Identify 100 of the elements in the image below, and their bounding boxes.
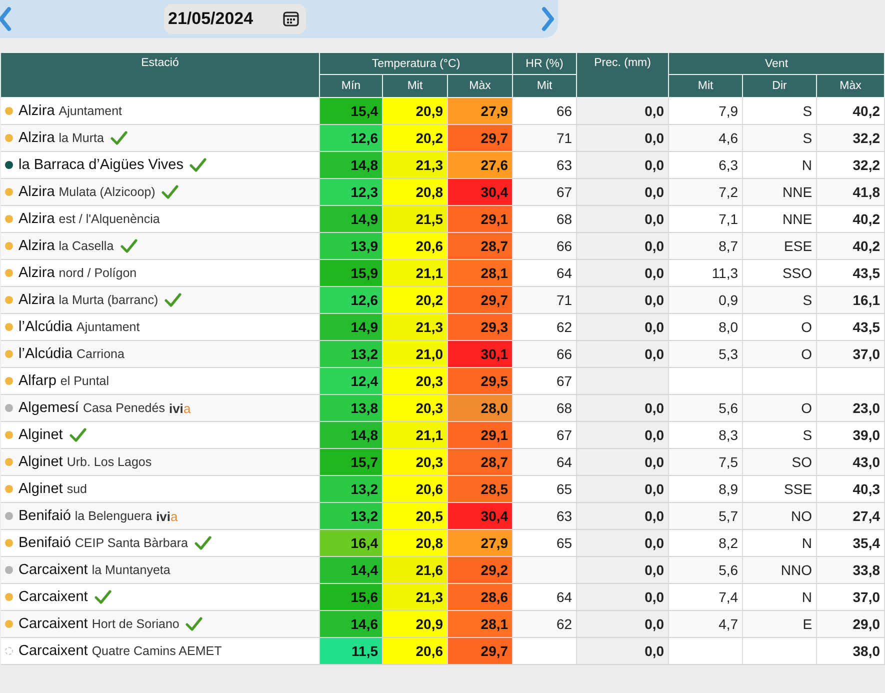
temperature-cell: 29,7 [448, 124, 513, 152]
wind-speed-cell: 8,7 [718, 238, 738, 254]
station-place: la Murta (barranc) [58, 293, 158, 307]
temperature-cell: 13,2 [320, 340, 382, 368]
wind-speed-cell: 0,9 [718, 292, 738, 308]
station-town: Alzira [18, 130, 55, 146]
temperature-cell: 15,6 [320, 584, 382, 610]
precipitation-cell: 0,0 [644, 400, 664, 416]
temperature-cell: 29,7 [448, 286, 513, 314]
station-town: Alginet [18, 427, 63, 443]
temperature-cell: 27,9 [448, 530, 513, 556]
temperature-cell: 29,7 [448, 638, 513, 664]
column-header: Mín [320, 74, 382, 98]
station-place: el Puntal [60, 374, 110, 388]
humidity-cell: 71 [556, 130, 572, 146]
wind-direction-cell: NNE [782, 211, 812, 227]
wind-direction-cell: E [802, 616, 812, 632]
precipitation-cell: 0,0 [644, 238, 664, 254]
column-header: HR (%) [512, 52, 577, 74]
wind-direction-cell: S [802, 130, 812, 146]
calendar-icon[interactable] [282, 10, 300, 28]
column-header: Mit [668, 74, 743, 98]
wind-direction-cell: N [802, 535, 812, 551]
column-header: Mit [512, 74, 577, 98]
humidity-cell: 62 [556, 616, 572, 632]
wind-direction-cell: SSO [782, 265, 812, 281]
temperature-cell: 12,6 [320, 124, 382, 152]
station-town: Alzira [18, 265, 55, 281]
station-place: Quatre Camins AEMET [92, 644, 222, 658]
humidity-cell: 63 [556, 157, 572, 173]
wind-gust-cell: 41,8 [852, 184, 880, 200]
temperature-cell: 15,9 [320, 260, 382, 286]
previous-day-icon[interactable] [0, 6, 12, 32]
column-header: Prec. (mm) [576, 52, 669, 98]
wind-speed-cell: 5,6 [718, 562, 738, 578]
wind-speed-cell: 7,4 [718, 589, 738, 605]
next-day-icon[interactable] [541, 6, 555, 32]
temperature-cell: 27,6 [448, 152, 513, 178]
temperature-cell: 27,9 [448, 98, 513, 124]
station-town: Alfarp [18, 373, 56, 389]
wind-gust-cell: 23,0 [852, 400, 880, 416]
station-town: Algemesí [18, 400, 79, 416]
humidity-cell: 65 [556, 481, 572, 497]
column-header: Estació [0, 52, 320, 98]
temperature-cell: 13,8 [320, 394, 382, 422]
temperature-cell: 21,1 [382, 422, 448, 448]
wind-direction-cell: S [802, 427, 812, 443]
precipitation-cell: 0,0 [644, 346, 664, 362]
wind-speed-cell: 8,2 [718, 535, 738, 551]
temperature-cell: 20,6 [382, 232, 448, 260]
station-place: la Murta [58, 131, 104, 145]
wind-speed-cell: 7,2 [718, 184, 738, 200]
precipitation-cell: 0,0 [644, 184, 664, 200]
temperature-cell: 20,5 [382, 502, 448, 530]
network-label: ivia [156, 508, 178, 524]
temperature-cell: 20,9 [382, 610, 448, 638]
station-town: la Barraca d’Aigües Vives [18, 157, 184, 173]
wind-gust-cell: 40,2 [852, 238, 880, 254]
temperature-cell: 15,7 [320, 448, 382, 476]
humidity-cell: 68 [556, 211, 572, 227]
wind-speed-cell: 4,6 [718, 130, 738, 146]
wind-gust-cell: 43,5 [852, 319, 880, 335]
temperature-cell: 14,9 [320, 314, 382, 340]
temperature-cell: 21,3 [382, 152, 448, 178]
station-town: Benifaió [18, 535, 71, 551]
wind-gust-cell: 37,0 [852, 346, 880, 362]
precipitation-cell: 0,0 [644, 292, 664, 308]
station-town: Alzira [18, 103, 55, 119]
humidity-cell: 71 [556, 292, 572, 308]
wind-speed-cell: 7,9 [718, 103, 738, 119]
temperature-cell: 28,7 [448, 448, 513, 476]
station-town: Carcaixent [18, 562, 88, 578]
humidity-cell: 65 [556, 535, 572, 551]
wind-speed-cell: 5,7 [718, 508, 738, 524]
wind-gust-cell: 43,5 [852, 265, 880, 281]
wind-gust-cell: 16,1 [852, 292, 880, 308]
temperature-cell: 20,6 [382, 638, 448, 664]
column-header: Dir [742, 74, 817, 98]
wind-speed-cell: 8,3 [718, 427, 738, 443]
station-place: Hort de Soriano [92, 617, 180, 631]
station-place: la Belenguera [74, 509, 152, 523]
station-town: l’Alcúdia [18, 346, 72, 362]
date-picker[interactable]: 21/05/2024 [164, 4, 306, 34]
wind-direction-cell: NNE [782, 184, 812, 200]
precipitation-cell: 0,0 [644, 130, 664, 146]
station-town: l’Alcúdia [18, 319, 72, 335]
temperature-cell: 20,9 [382, 98, 448, 124]
temperature-cell: 13,2 [320, 502, 382, 530]
wind-direction-cell: ESE [784, 238, 812, 254]
precipitation-cell: 0,0 [644, 157, 664, 173]
temperature-cell: 20,8 [382, 178, 448, 206]
column-header: Vent [668, 52, 884, 74]
wind-speed-cell: 6,3 [718, 157, 738, 173]
wind-gust-cell: 37,0 [852, 589, 880, 605]
wind-direction-cell: O [801, 346, 812, 362]
temperature-cell: 12,4 [320, 368, 382, 394]
wind-gust-cell: 40,2 [852, 211, 880, 227]
temperature-cell: 28,5 [448, 476, 513, 502]
wind-speed-cell: 8,0 [718, 319, 738, 335]
wind-direction-cell: S [802, 103, 812, 119]
